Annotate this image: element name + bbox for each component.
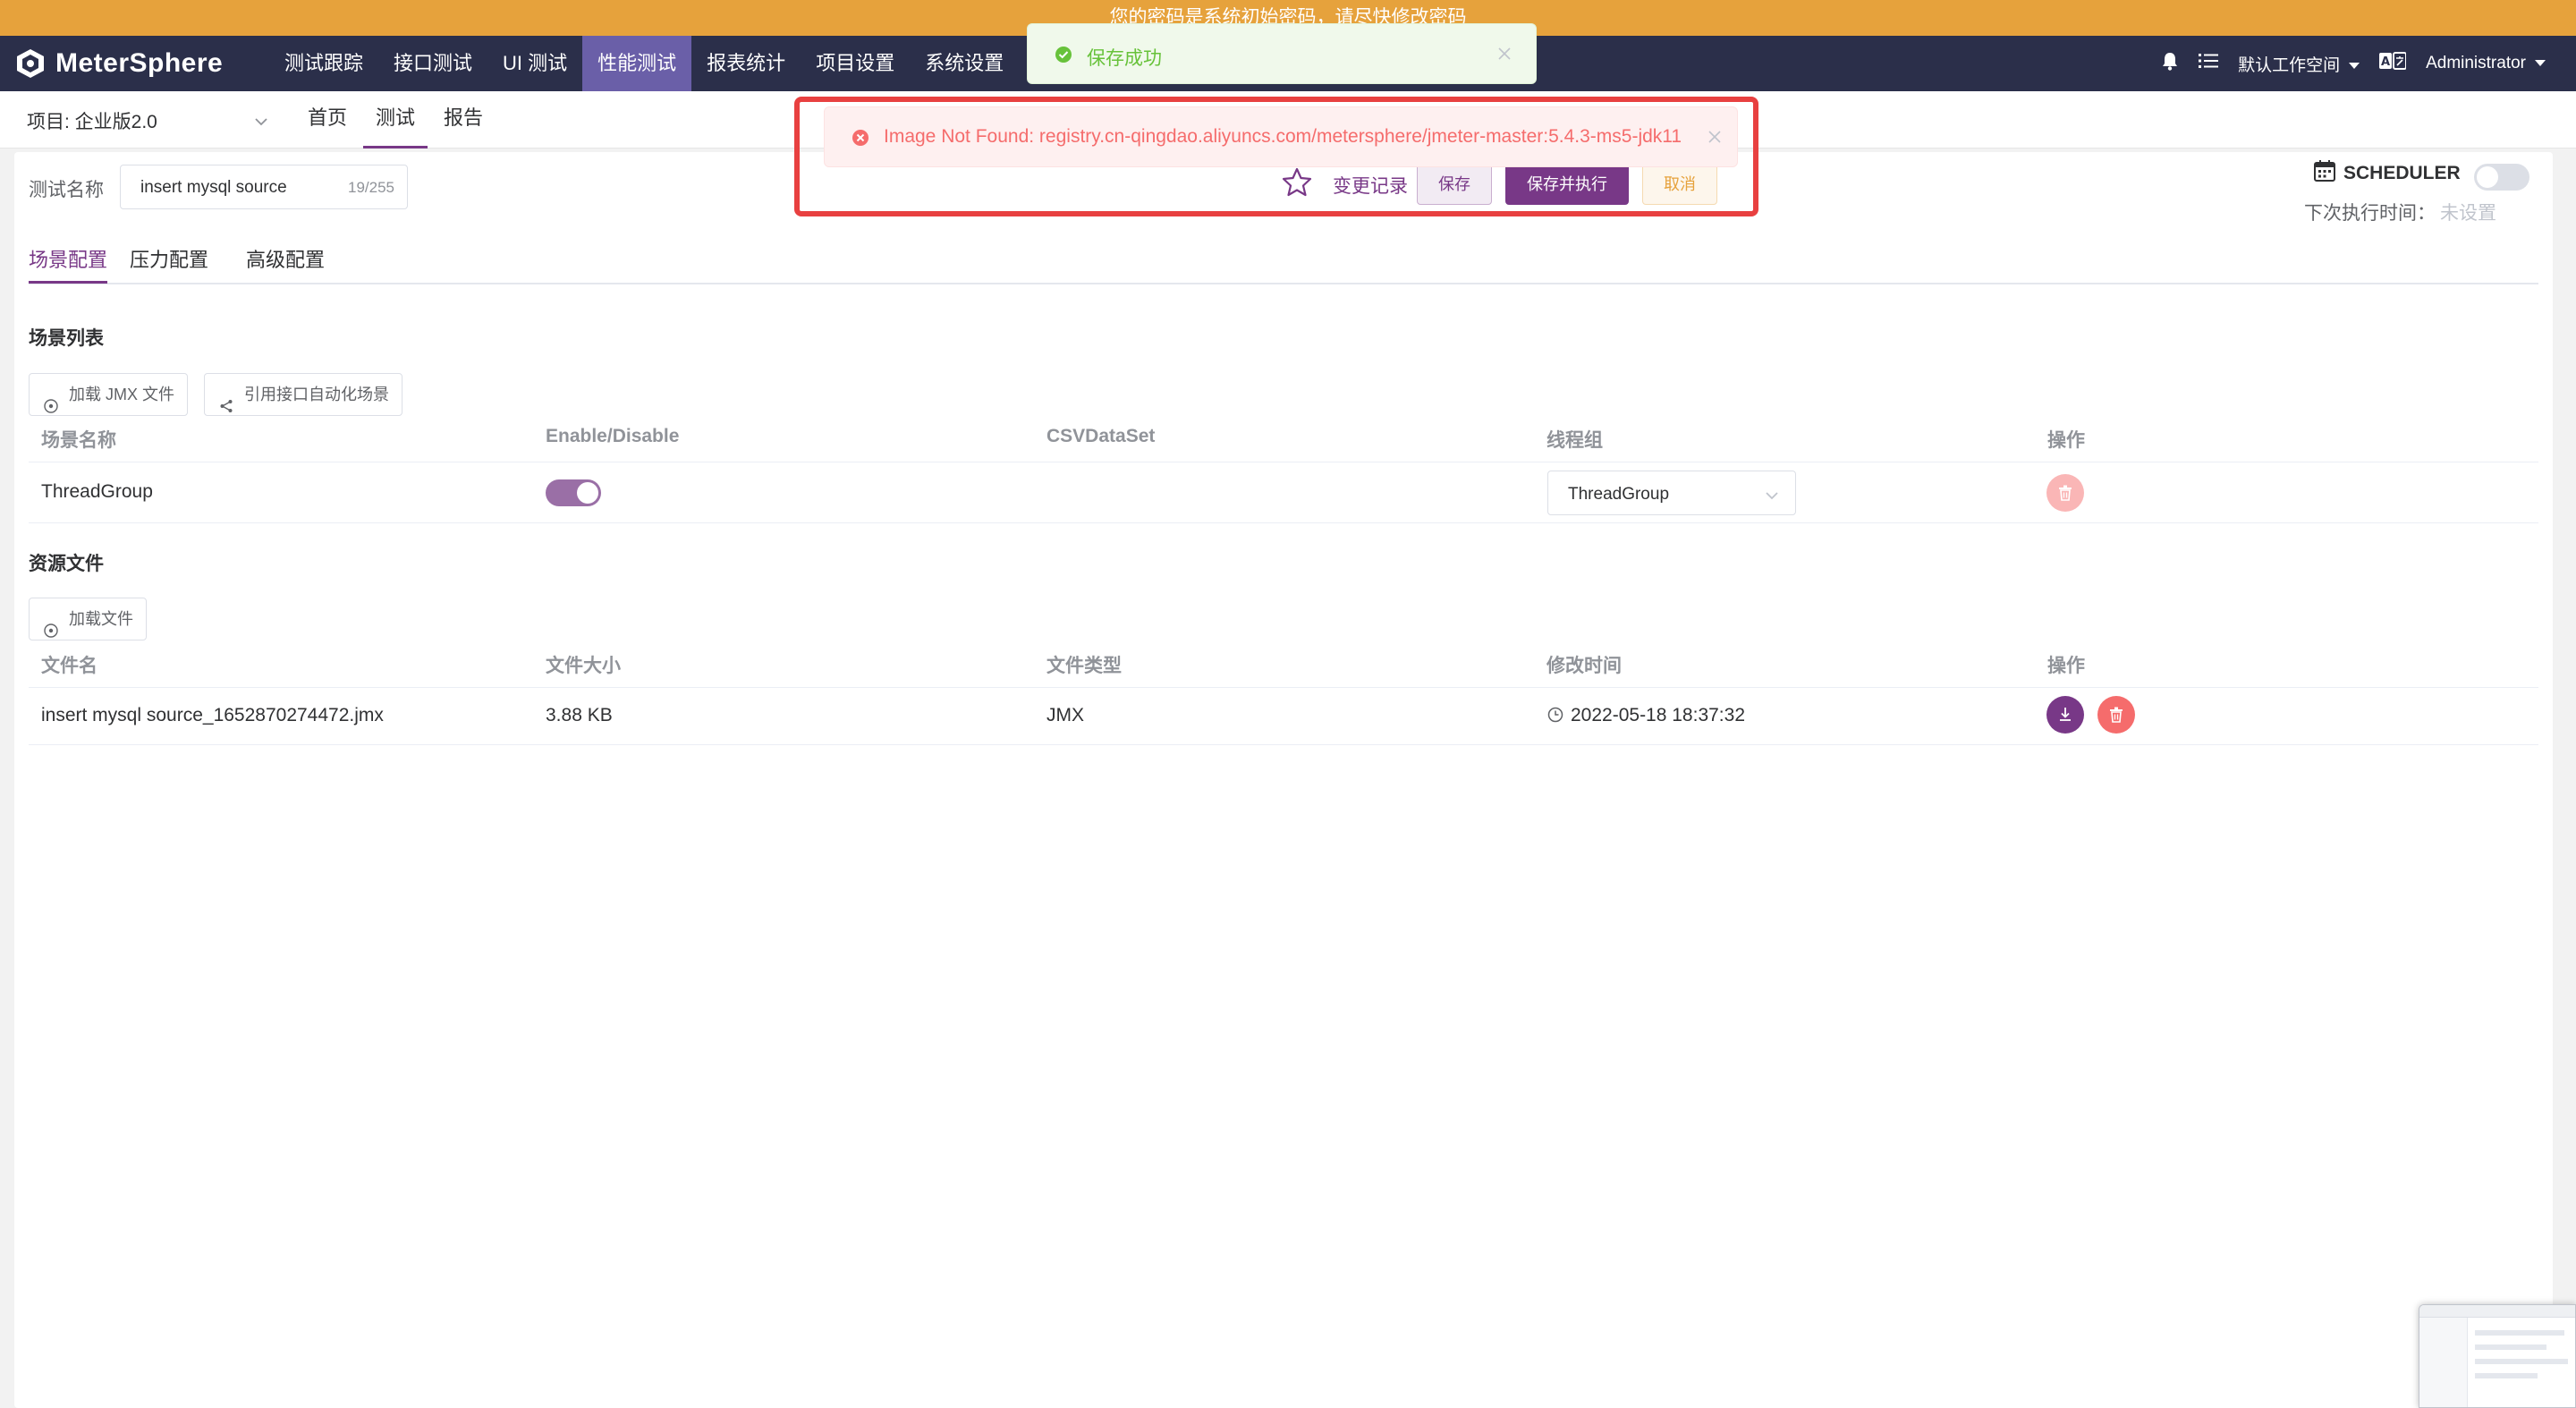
menu-test-track[interactable]: 测试跟踪 xyxy=(269,36,378,91)
scene-header-enable: Enable/Disable xyxy=(546,426,680,446)
logo[interactable]: MeterSphere xyxy=(14,47,247,80)
chevron-down-icon xyxy=(254,111,268,132)
menu-project-settings[interactable]: 项目设置 xyxy=(801,36,910,91)
scene-header-csv: CSVDataSet xyxy=(1046,426,1156,446)
calendar-icon xyxy=(2313,159,2336,187)
scene-enable-switch[interactable] xyxy=(546,479,601,506)
load-file-label: 加载文件 xyxy=(69,610,133,628)
share-icon xyxy=(219,387,233,412)
success-check-icon xyxy=(1055,46,1072,68)
file-header-name: 文件名 xyxy=(41,656,97,676)
resource-files-title: 资源文件 xyxy=(29,554,104,574)
thumbnail-toolbar xyxy=(2419,1305,2575,1318)
menu-report-stats[interactable]: 报表统计 xyxy=(691,36,801,91)
load-jmx-button[interactable]: 加载 JMX 文件 xyxy=(29,373,189,416)
success-toast: 保存成功 xyxy=(1027,23,1537,84)
test-name-counter: 19/255 xyxy=(348,179,394,196)
logo-text: MeterSphere xyxy=(55,48,224,78)
file-header-size: 文件大小 xyxy=(546,656,621,676)
metersphere-logo-icon xyxy=(14,47,47,80)
highlight-box xyxy=(794,97,1758,216)
tab-pressure-config[interactable]: 压力配置 xyxy=(130,247,208,274)
config-tabs: 场景配置 压力配置 高级配置 xyxy=(29,247,2538,284)
file-header-actions: 操作 xyxy=(2047,656,2085,676)
tab-advanced-config[interactable]: 高级配置 xyxy=(246,247,325,274)
next-run-label: 下次执行时间： xyxy=(2304,203,2436,224)
file-header-type: 文件类型 xyxy=(1046,656,1122,676)
chevron-down-icon xyxy=(1765,487,1779,506)
reference-api-scenario-label: 引用接口自动化场景 xyxy=(244,386,389,403)
load-file-button[interactable]: 加载文件 xyxy=(29,598,147,640)
load-jmx-label: 加载 JMX 文件 xyxy=(69,386,175,403)
menu-api-test[interactable]: 接口测试 xyxy=(378,36,487,91)
main-card: 测试名称 insert mysql source 19/255 变更记录 保存 … xyxy=(14,152,2553,1408)
language-icon[interactable]: A xyxy=(2379,52,2408,75)
sub-tabs: 首页 测试 报告 xyxy=(295,91,499,148)
file-modified: 2022-05-18 18:37:32 xyxy=(1571,705,1745,725)
file-size: 3.88 KB xyxy=(546,705,613,725)
test-name-value: insert mysql source xyxy=(140,178,287,197)
menu-performance-test[interactable]: 性能测试 xyxy=(582,36,692,91)
success-toast-text: 保存成功 xyxy=(1087,48,1162,69)
reference-api-scenario-button[interactable]: 引用接口自动化场景 xyxy=(204,373,402,416)
subtab-test[interactable]: 测试 xyxy=(363,91,428,148)
subtab-home[interactable]: 首页 xyxy=(295,91,360,148)
chevron-down-icon xyxy=(2535,60,2546,67)
thumbnail-line xyxy=(2475,1344,2546,1350)
clock-icon xyxy=(1547,707,1563,727)
plus-circle-icon xyxy=(44,612,58,638)
test-name-label: 测试名称 xyxy=(29,180,104,200)
test-name-input[interactable]: insert mysql source 19/255 xyxy=(120,165,408,209)
thumbnail-line xyxy=(2475,1330,2564,1336)
switch-knob xyxy=(577,482,598,504)
scene-list-title: 场景列表 xyxy=(29,328,104,349)
user-name: Administrator xyxy=(2426,54,2526,72)
scene-header-actions: 操作 xyxy=(2047,430,2085,451)
file-header-modified: 修改时间 xyxy=(1546,656,1622,676)
scene-name: ThreadGroup xyxy=(41,481,153,502)
task-list-icon[interactable] xyxy=(2199,52,2219,75)
trash-icon xyxy=(2058,485,2072,505)
table-divider xyxy=(29,687,2538,688)
menu-system-settings[interactable]: 系统设置 xyxy=(910,36,1019,91)
workspace-dropdown[interactable]: 默认工作空间 xyxy=(2238,52,2360,76)
screenshot-thumbnail[interactable] xyxy=(2419,1304,2576,1408)
plus-circle-icon xyxy=(44,387,58,413)
trash-icon xyxy=(2109,707,2123,727)
project-selector[interactable]: 项目: 企业版2.0 xyxy=(27,107,268,134)
chevron-down-icon xyxy=(2349,62,2360,69)
scheduler-switch[interactable] xyxy=(2474,164,2529,191)
next-run-value: 未设置 xyxy=(2440,203,2496,224)
switch-knob xyxy=(2477,166,2498,188)
thumbnail-line xyxy=(2475,1359,2568,1364)
user-dropdown[interactable]: Administrator xyxy=(2426,54,2546,73)
project-name: 项目: 企业版2.0 xyxy=(27,112,157,132)
scene-header-thread-group: 线程组 xyxy=(1546,430,1603,451)
download-file-button[interactable] xyxy=(2046,696,2084,734)
workspace-name: 默认工作空间 xyxy=(2238,55,2341,75)
menu-ui-test[interactable]: UI 测试 xyxy=(487,36,582,91)
close-icon[interactable] xyxy=(1496,46,1513,66)
file-name: insert mysql source_1652870274472.jmx xyxy=(41,705,384,725)
table-divider xyxy=(29,744,2538,745)
scheduler-label: SCHEDULER xyxy=(2343,163,2461,183)
thread-group-select[interactable]: ThreadGroup xyxy=(1547,471,1796,515)
file-type: JMX xyxy=(1046,705,1084,725)
thumbnail-sidebar xyxy=(2419,1318,2468,1407)
bell-icon[interactable] xyxy=(2161,51,2179,76)
tab-scene-config[interactable]: 场景配置 xyxy=(29,247,108,284)
table-divider xyxy=(29,522,2538,523)
download-icon xyxy=(2058,707,2072,727)
main-menu: 测试跟踪 接口测试 UI 测试 性能测试 报表统计 项目设置 系统设置 xyxy=(269,36,1019,91)
svg-text:A: A xyxy=(2381,55,2390,69)
delete-file-button[interactable] xyxy=(2097,696,2135,734)
delete-scene-button[interactable] xyxy=(2046,474,2084,512)
subtab-report[interactable]: 报告 xyxy=(431,91,496,148)
thumbnail-line xyxy=(2475,1373,2538,1378)
scene-header-name: 场景名称 xyxy=(41,430,116,451)
nav-right: 默认工作空间 A Administrator xyxy=(2141,36,2576,91)
thread-group-value: ThreadGroup xyxy=(1568,485,1670,504)
